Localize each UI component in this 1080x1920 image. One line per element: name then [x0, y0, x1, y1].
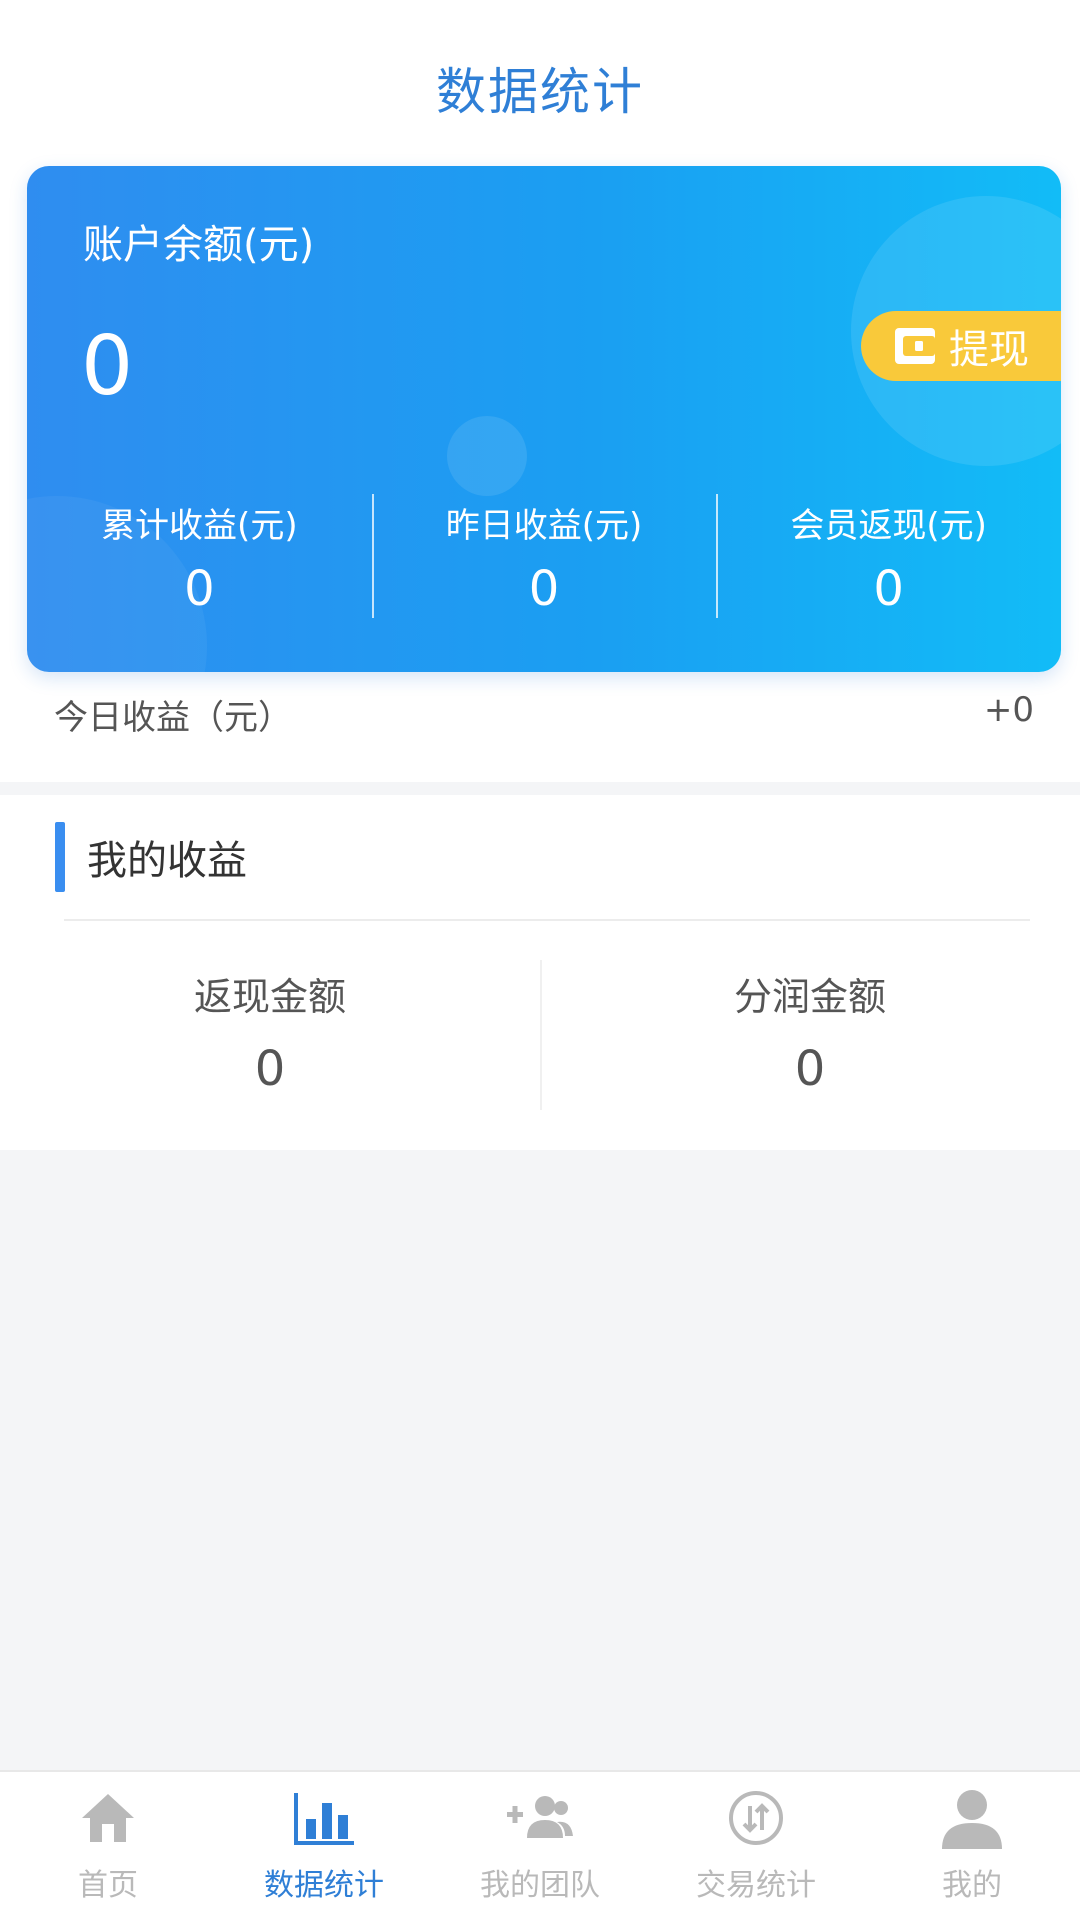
stat-value: 0	[184, 561, 215, 617]
wallet-icon	[893, 326, 937, 366]
stat-value: 0	[528, 561, 560, 617]
earning-label: 返现金额	[193, 975, 346, 1019]
add-team-icon	[505, 1786, 575, 1850]
tab-transaction-stats[interactable]: 交易统计	[648, 1772, 864, 1920]
earning-value: 0	[794, 1041, 826, 1097]
tab-label: 首页	[78, 1868, 138, 1903]
stat-label: 会员返现(元)	[790, 506, 987, 546]
top-area: 数据统计 账户余额(元) 0 提现 累计收益(元) 0 昨日收益(元) 0 会员…	[0, 0, 1080, 782]
balance-label: 账户余额(元)	[83, 222, 315, 268]
stat-yesterday-earnings: 昨日收益(元) 0	[371, 486, 717, 618]
decor-bubble	[447, 416, 527, 496]
stat-value: 0	[873, 561, 904, 617]
section-header: 我的收益	[55, 822, 247, 892]
tab-label: 交易统计	[696, 1868, 816, 1903]
tab-label: 数据统计	[264, 1868, 384, 1903]
stat-label: 昨日收益(元)	[445, 506, 643, 546]
earning-label: 分润金额	[733, 975, 886, 1019]
tab-label: 我的	[942, 1868, 1002, 1903]
today-earnings-row: 今日收益（元） +0	[54, 690, 1034, 739]
user-icon	[937, 1786, 1007, 1850]
stat-member-cashback: 会员返现(元) 0	[716, 486, 1061, 618]
section-title: 我的收益	[87, 838, 247, 884]
stat-total-earnings: 累计收益(元) 0	[27, 486, 372, 617]
today-earnings-label: 今日收益（元）	[54, 698, 292, 738]
balance-card: 账户余额(元) 0 提现 累计收益(元) 0 昨日收益(元) 0 会员返现(元)…	[27, 166, 1061, 672]
my-earnings-section: 我的收益 返现金额 0 分润金额 0	[0, 795, 1080, 1150]
home-icon	[73, 1786, 143, 1850]
earnings-grid: 返现金额 0 分润金额 0	[0, 960, 1080, 1110]
tab-label: 我的团队	[480, 1868, 600, 1903]
withdraw-label: 提现	[949, 327, 1029, 373]
earning-value: 0	[254, 1041, 286, 1097]
bottom-tabbar: 首页 数据统计 我的团队 交易统计 我的	[0, 1770, 1080, 1920]
divider	[64, 919, 1030, 921]
tab-home[interactable]: 首页	[0, 1772, 216, 1920]
earning-profit-share[interactable]: 分润金额 0	[540, 960, 1080, 1110]
bar-chart-icon	[289, 1786, 359, 1850]
transfer-icon	[721, 1786, 791, 1850]
earning-cashback[interactable]: 返现金额 0	[0, 960, 540, 1110]
stat-label: 累计收益(元)	[101, 506, 298, 546]
tab-data-stats[interactable]: 数据统计	[216, 1772, 432, 1920]
withdraw-button[interactable]: 提现	[861, 311, 1061, 381]
balance-value: 0	[81, 319, 134, 414]
tab-my-team[interactable]: 我的团队	[432, 1772, 648, 1920]
today-earnings-value: +0	[983, 690, 1034, 730]
page-title: 数据统计	[436, 63, 644, 121]
tab-mine[interactable]: 我的	[864, 1772, 1080, 1920]
section-accent-bar	[55, 822, 65, 892]
balance-stats: 累计收益(元) 0 昨日收益(元) 0 会员返现(元) 0	[27, 486, 1061, 618]
